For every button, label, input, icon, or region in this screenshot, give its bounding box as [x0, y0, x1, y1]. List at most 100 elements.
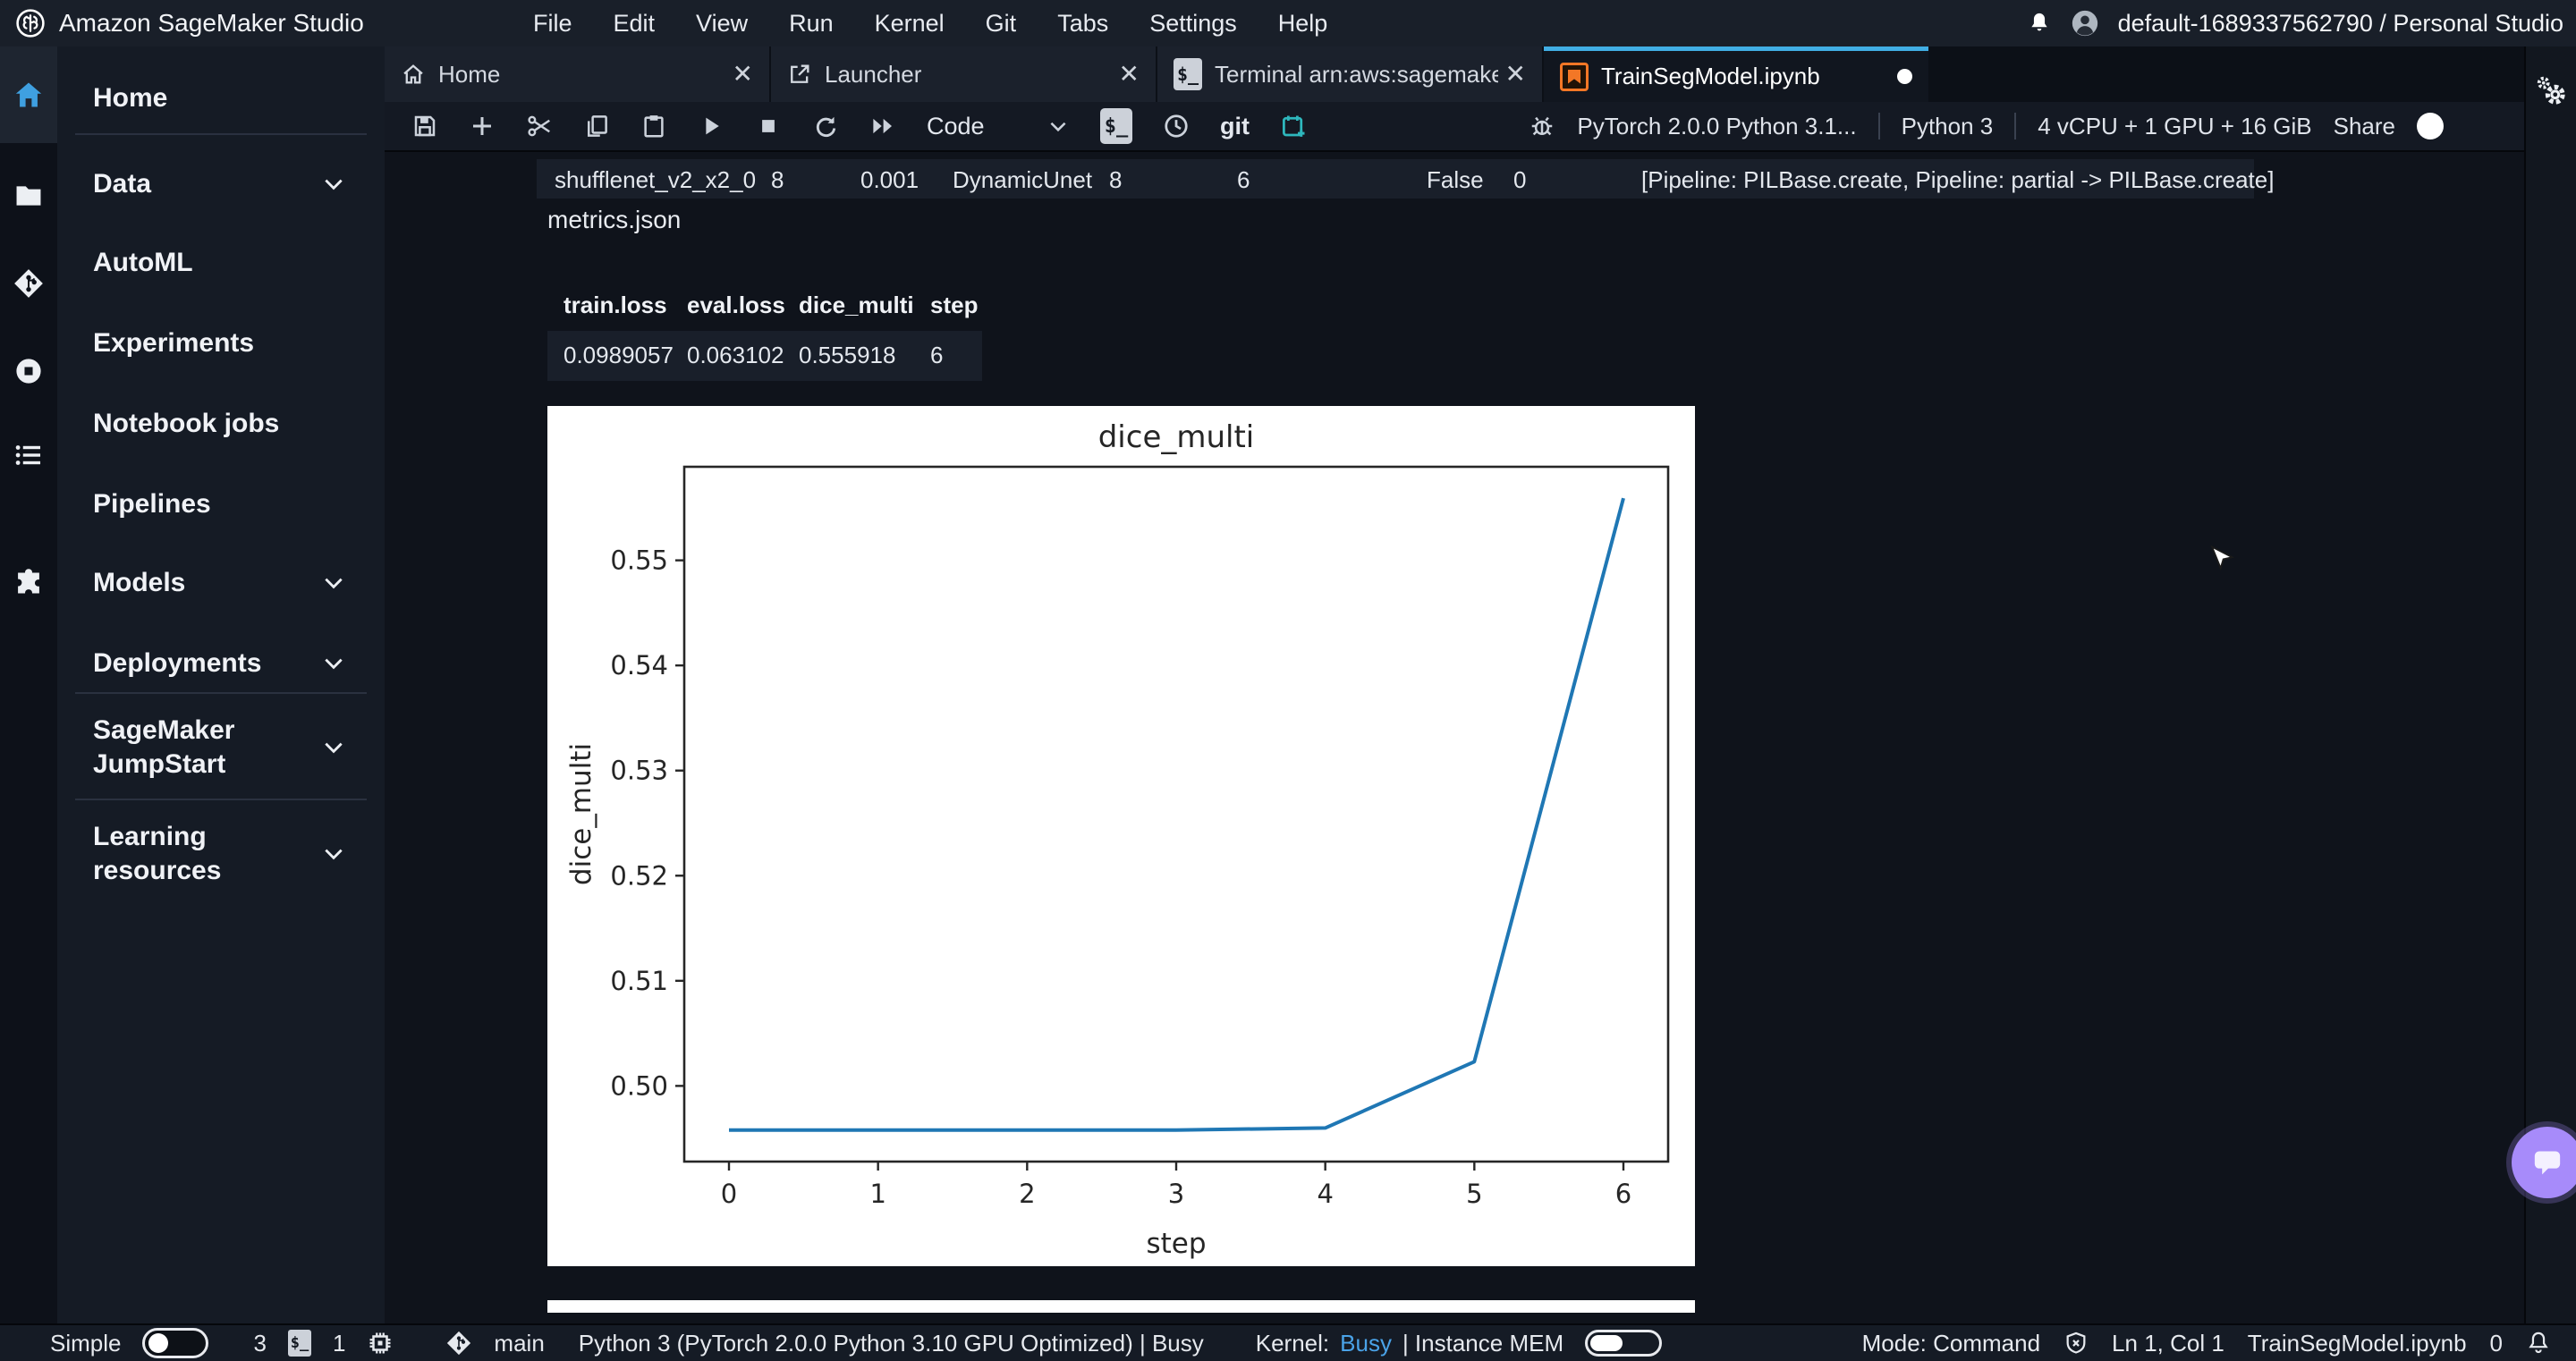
- svg-text:0.55: 0.55: [610, 545, 668, 576]
- svg-text:3: 3: [1168, 1179, 1184, 1209]
- add-cell-icon[interactable]: [469, 113, 496, 139]
- stop-kernel-icon[interactable]: [755, 113, 782, 139]
- git-branch-label[interactable]: main: [494, 1330, 544, 1357]
- tab-close-icon[interactable]: ✕: [1119, 62, 1140, 87]
- kernel-chip-icon[interactable]: [367, 1330, 394, 1357]
- cut-icon[interactable]: [526, 113, 553, 139]
- paste-icon[interactable]: [640, 113, 667, 139]
- sidebar-item-data[interactable]: Data: [57, 161, 385, 207]
- kernel-name-selector[interactable]: Python 3: [1902, 113, 1994, 140]
- tab-trainsegmodel-notebook[interactable]: TrainSegModel.ipynb: [1544, 46, 1928, 102]
- menu-git[interactable]: Git: [986, 10, 1017, 38]
- restart-run-all-icon[interactable]: [869, 113, 896, 139]
- cursor-position-label[interactable]: Ln 1, Col 1: [2112, 1330, 2224, 1357]
- menu-file[interactable]: File: [533, 10, 572, 38]
- sidebar-item-pipelines[interactable]: Pipelines: [57, 481, 385, 528]
- restart-kernel-icon[interactable]: [812, 113, 839, 139]
- sagemaker-logo-icon: [14, 7, 47, 39]
- menu-tabs[interactable]: Tabs: [1057, 10, 1108, 38]
- checkpoint-history-icon[interactable]: [1163, 113, 1190, 139]
- git-branch-icon[interactable]: [445, 1330, 472, 1357]
- simple-mode-toggle[interactable]: [142, 1328, 208, 1358]
- sidebar-item-experiments[interactable]: Experiments: [57, 320, 385, 367]
- sidebar-divider: [75, 133, 367, 135]
- save-icon[interactable]: [411, 113, 438, 139]
- chevron-down-icon: [322, 571, 345, 595]
- table-cell-step: 6: [930, 342, 943, 369]
- home-icon: [401, 62, 426, 87]
- bell-icon[interactable]: [2526, 1330, 2551, 1357]
- terminal-icon[interactable]: $_: [288, 1330, 311, 1357]
- user-avatar-icon[interactable]: [2070, 8, 2100, 38]
- run-cell-icon[interactable]: [698, 113, 724, 139]
- notification-count[interactable]: 0: [2490, 1330, 2503, 1357]
- tab-terminal[interactable]: $_ Terminal arn:aws:sagemaker:u ✕: [1157, 46, 1542, 102]
- next-figure-partial: [547, 1300, 1695, 1313]
- instance-mem-label: | Instance MEM: [1402, 1330, 1563, 1357]
- table-of-contents-icon[interactable]: [13, 440, 44, 470]
- tab-close-icon[interactable]: ✕: [733, 62, 753, 87]
- table-header: train.loss: [564, 292, 667, 319]
- document-tab-bar: Home ✕ Launcher ✕ $_ Terminal arn:aws:sa…: [385, 46, 2524, 102]
- terminal-icon: $_: [1174, 58, 1202, 90]
- menu-edit[interactable]: Edit: [614, 10, 656, 38]
- cell-type-dropdown[interactable]: Code: [927, 113, 1070, 140]
- sidebar-item-notebook-jobs[interactable]: Notebook jobs: [57, 401, 385, 447]
- running-instances-icon[interactable]: [13, 356, 44, 386]
- tab-launcher[interactable]: Launcher ✕: [771, 46, 1156, 102]
- svg-text:2: 2: [1019, 1179, 1035, 1209]
- instance-type-selector[interactable]: 4 vCPU + 1 GPU + 16 GiB: [2038, 113, 2311, 140]
- settings-gears-icon[interactable]: [2536, 75, 2568, 107]
- sidebar-item-deployments[interactable]: Deployments: [57, 640, 385, 687]
- chat-bubble-icon: [2529, 1145, 2565, 1180]
- debugger-bug-icon[interactable]: [1529, 113, 1555, 139]
- git-icon[interactable]: [13, 268, 44, 299]
- kernel-status-value[interactable]: Busy: [1340, 1330, 1392, 1357]
- table-cell-train-loss: 0.0989057: [564, 342, 674, 369]
- status-bar: Simple 3 $_ 1 main Python 3 (PyTorch 2.0…: [0, 1323, 2576, 1361]
- share-button[interactable]: Share: [2334, 113, 2395, 140]
- sidebar-item-models[interactable]: Models: [57, 560, 385, 606]
- create-notebook-job-icon[interactable]: [1280, 113, 1307, 139]
- open-terminal-button[interactable]: $_: [1100, 108, 1132, 144]
- chevron-down-icon: [322, 842, 345, 866]
- kernel-image-selector[interactable]: PyTorch 2.0.0 Python 3.1...: [1577, 113, 1856, 140]
- notebook-output-area: shufflenet_v2_x2_0 8 0.001 DynamicUnet 8…: [385, 152, 2524, 1323]
- sidebar-divider: [75, 692, 367, 694]
- active-file-label[interactable]: TrainSegModel.ipynb: [2248, 1330, 2467, 1357]
- sidebar-item-jumpstart[interactable]: SageMaker JumpStart: [57, 711, 385, 784]
- chevron-down-icon: [1046, 114, 1070, 138]
- git-toolbar-button[interactable]: git: [1220, 113, 1250, 140]
- kernel-description[interactable]: Python 3 (PyTorch 2.0.0 Python 3.10 GPU …: [579, 1330, 1204, 1357]
- menu-run[interactable]: Run: [789, 10, 834, 38]
- menu-settings[interactable]: Settings: [1149, 10, 1237, 38]
- user-profile-label[interactable]: default-1689337562790 / Personal Studio: [2118, 10, 2563, 38]
- chevron-down-icon: [322, 652, 345, 675]
- home-icon[interactable]: [13, 80, 44, 110]
- menu-view[interactable]: View: [696, 10, 748, 38]
- table-header: dice_multi: [799, 292, 914, 319]
- sidebar-item-learning-resources[interactable]: Learning resources: [57, 817, 385, 891]
- tab-home[interactable]: Home ✕: [385, 46, 769, 102]
- tab-close-icon[interactable]: ✕: [1505, 62, 1526, 87]
- sidebar-item-home[interactable]: Home: [57, 75, 385, 122]
- menu-bar: File Edit View Run Kernel Git Tabs Setti…: [533, 10, 1327, 38]
- menu-kernel[interactable]: Kernel: [875, 10, 945, 38]
- unsaved-changes-indicator[interactable]: [1897, 69, 1912, 84]
- bell-icon[interactable]: [2027, 10, 2052, 37]
- notebook-icon: [1560, 63, 1589, 91]
- trust-shield-icon[interactable]: [2063, 1330, 2089, 1357]
- menu-help[interactable]: Help: [1278, 10, 1328, 38]
- editor-mode-label[interactable]: Mode: Command: [1862, 1330, 2040, 1357]
- sidebar-item-automl[interactable]: AutoML: [57, 240, 385, 286]
- feedback-chat-button[interactable]: [2512, 1127, 2576, 1198]
- svg-text:0.51: 0.51: [610, 966, 668, 996]
- left-icon-rail: [0, 46, 57, 1323]
- terminal-count[interactable]: 3: [253, 1330, 266, 1357]
- dice-multi-figure: 01234560.500.510.520.530.540.55dice_mult…: [547, 406, 1695, 1266]
- extensions-puzzle-icon[interactable]: [13, 565, 44, 596]
- svg-text:dice_multi: dice_multi: [565, 743, 597, 885]
- kernel-count[interactable]: 1: [333, 1330, 345, 1357]
- copy-icon[interactable]: [583, 113, 610, 139]
- folder-icon[interactable]: [13, 181, 44, 211]
